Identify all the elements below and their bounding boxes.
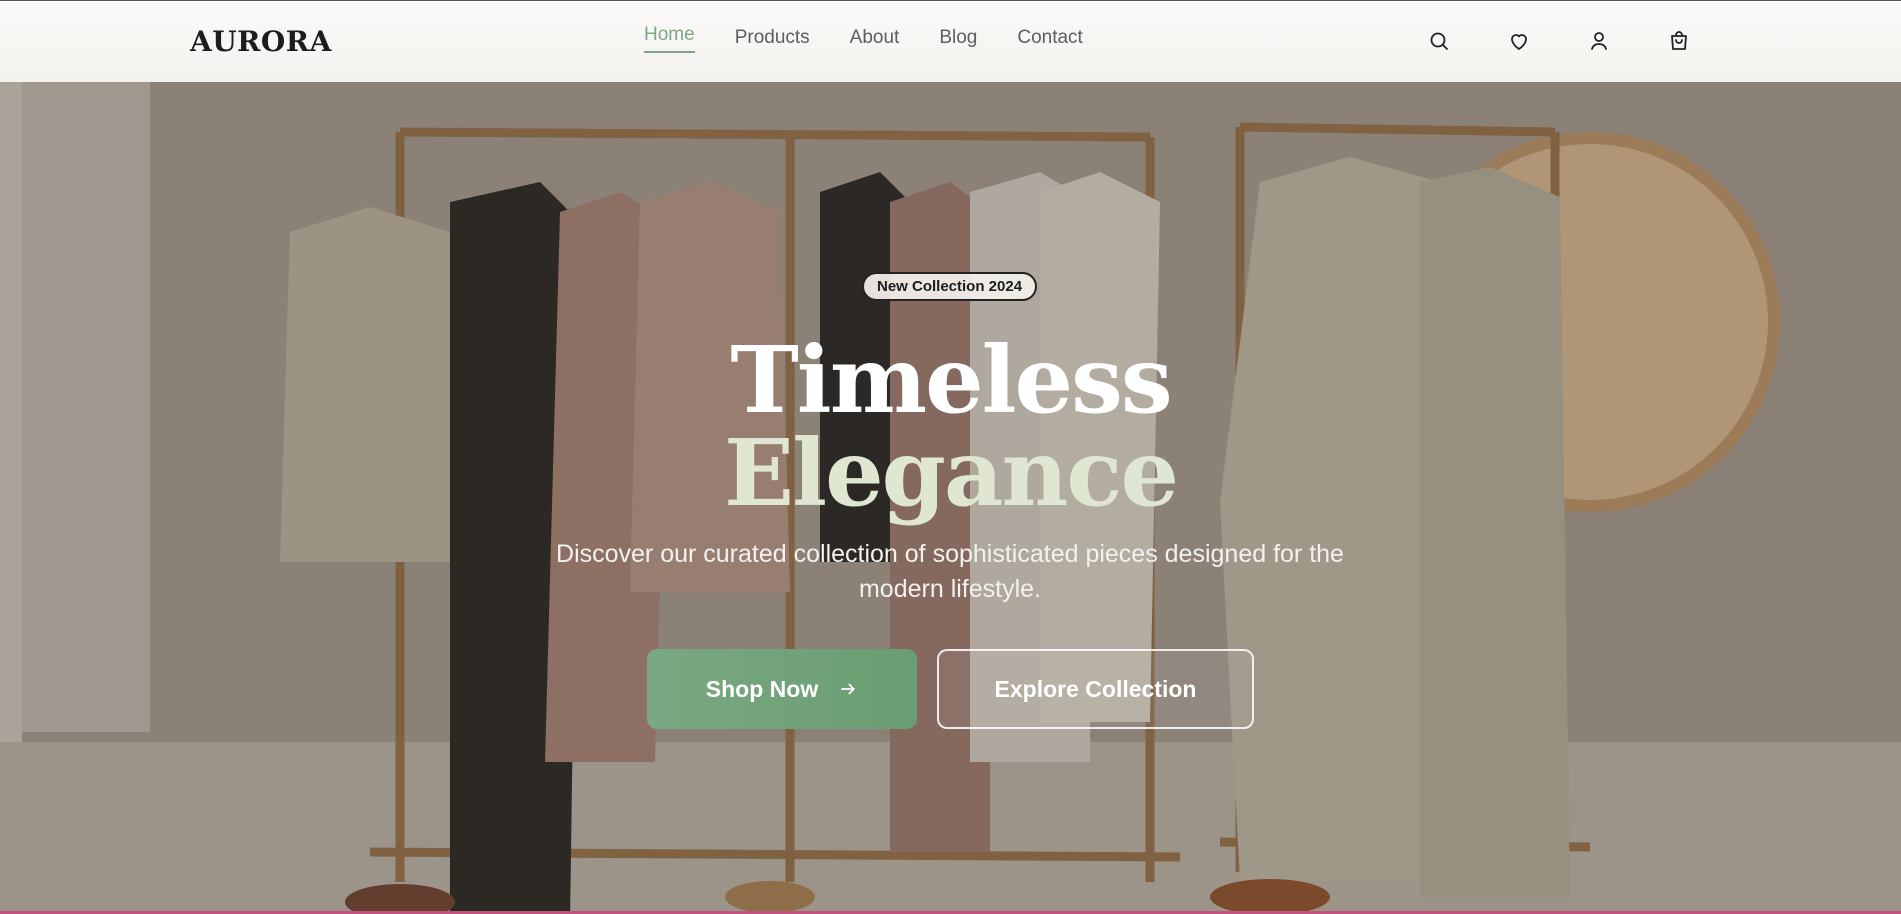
nav-item-contact[interactable]: Contact	[1017, 27, 1082, 53]
nav-item-products[interactable]: Products	[735, 27, 810, 53]
hero-section: New Collection 2024 Timeless Elegance Di…	[0, 82, 1901, 914]
explore-collection-button[interactable]: Explore Collection	[937, 649, 1254, 729]
heart-icon[interactable]	[1507, 29, 1531, 53]
hero-subtitle: Discover our curated collection of sophi…	[556, 540, 1344, 603]
nav-item-home[interactable]: Home	[644, 24, 695, 53]
site-header: AURORA Home Products About Blog Contact	[0, 0, 1901, 82]
search-icon[interactable]	[1427, 29, 1451, 53]
main-nav: Home Products About Blog Contact	[644, 24, 1083, 53]
arrow-right-icon	[841, 683, 856, 695]
brand-logo[interactable]: AURORA	[190, 25, 332, 58]
shop-now-button[interactable]: Shop Now	[647, 649, 917, 729]
hero-title-line-2: Elegance	[724, 419, 1179, 527]
collection-badge: New Collection 2024	[862, 272, 1038, 301]
header-actions	[1427, 29, 1691, 53]
nav-item-blog[interactable]: Blog	[939, 27, 977, 53]
shop-now-label: Shop Now	[705, 675, 819, 702]
hero-title-line-1: Timeless	[730, 326, 1172, 434]
shopping-bag-icon[interactable]	[1667, 29, 1691, 53]
user-icon[interactable]	[1587, 29, 1611, 53]
nav-item-about[interactable]: About	[850, 27, 900, 53]
